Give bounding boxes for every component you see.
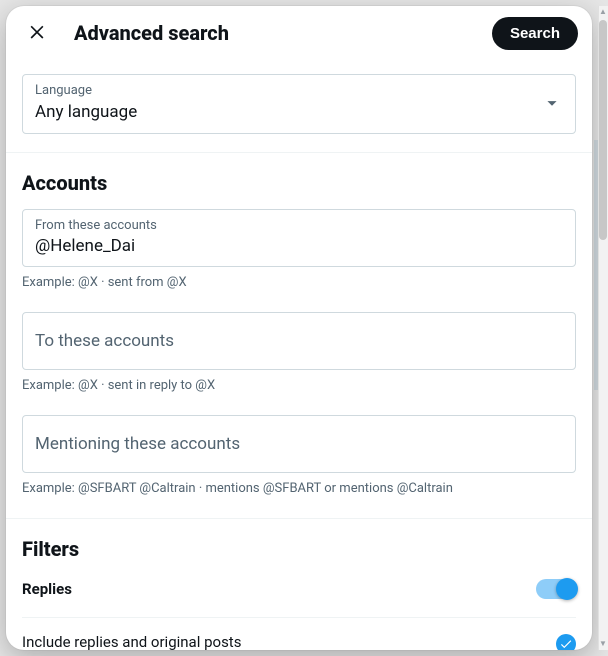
to-accounts-helper: Example: @X · sent in reply to @X <box>22 378 576 393</box>
dialog-title: Advanced search <box>74 21 229 45</box>
language-value: Any language <box>35 101 137 123</box>
dialog-body: Language Any language Accounts From thes… <box>6 60 592 650</box>
from-accounts-input[interactable] <box>35 236 563 256</box>
divider <box>6 518 592 519</box>
to-accounts-field[interactable]: To these accounts <box>22 312 576 370</box>
mentioning-accounts-field[interactable]: Mentioning these accounts <box>22 415 576 473</box>
from-accounts-field[interactable]: From these accounts <box>22 209 576 267</box>
scroll-up-arrow-icon[interactable]: ▲ <box>598 6 608 18</box>
replies-option-label: Include replies and original posts <box>22 633 241 650</box>
chevron-down-icon <box>541 92 563 114</box>
replies-filter-row: Replies <box>22 561 576 617</box>
mentioning-accounts-helper: Example: @SFBART @Caltrain · mentions @S… <box>22 481 576 496</box>
accounts-section-title: Accounts <box>22 171 576 195</box>
replies-option-row[interactable]: Include replies and original posts <box>22 618 576 650</box>
replies-label: Replies <box>22 580 72 598</box>
radio-checked-icon <box>556 634 576 650</box>
advanced-search-dialog: Advanced search Search Language Any lang… <box>6 6 592 650</box>
toggle-knob <box>556 578 578 600</box>
to-accounts-placeholder: To these accounts <box>35 331 174 351</box>
language-select[interactable]: Language Any language <box>22 74 576 134</box>
language-label: Language <box>35 83 137 99</box>
filters-section-title: Filters <box>22 537 576 561</box>
from-accounts-label: From these accounts <box>35 218 563 234</box>
vertical-scrollbar[interactable]: ▲ ▼ <box>598 6 608 650</box>
scrollbar-thumb[interactable] <box>599 20 607 240</box>
dialog-header: Advanced search Search <box>6 6 592 60</box>
divider <box>6 152 592 153</box>
mentioning-accounts-placeholder: Mentioning these accounts <box>35 434 240 454</box>
from-accounts-helper: Example: @X · sent from @X <box>22 275 576 290</box>
close-button[interactable] <box>20 16 54 50</box>
close-icon <box>27 21 47 45</box>
search-button[interactable]: Search <box>492 17 578 50</box>
scroll-down-arrow-icon[interactable]: ▼ <box>598 638 608 650</box>
replies-toggle[interactable] <box>536 579 576 599</box>
